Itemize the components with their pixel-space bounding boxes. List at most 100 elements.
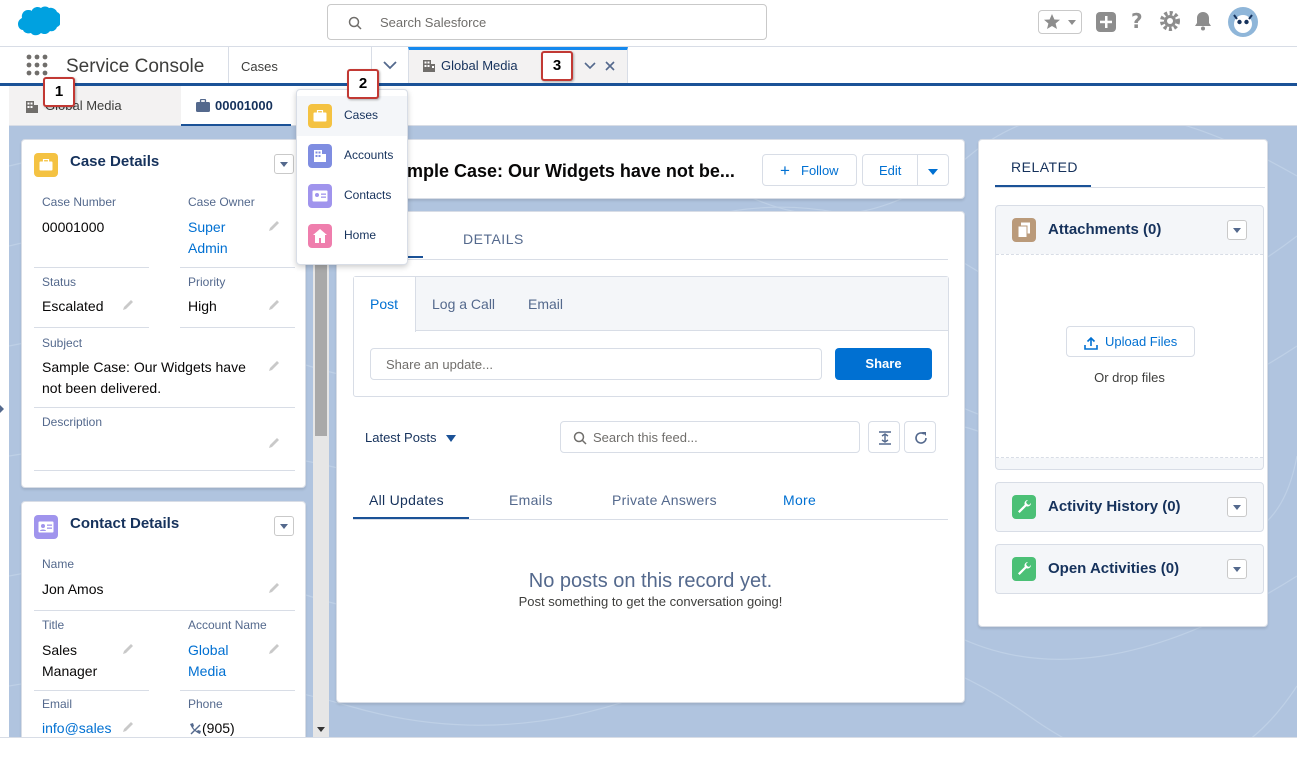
help-icon[interactable]: ?: [1128, 9, 1148, 33]
global-actions-icon[interactable]: [1095, 11, 1117, 33]
sort-dropdown[interactable]: Latest Posts: [365, 430, 437, 445]
edit-pencil-icon[interactable]: [122, 299, 134, 311]
wrench-icon: [1018, 562, 1031, 575]
share-update-input[interactable]: Share an update...: [370, 348, 822, 380]
case-owner-link[interactable]: Super: [188, 217, 225, 238]
field-label: Priority: [188, 275, 226, 289]
edit-pencil-icon[interactable]: [268, 582, 280, 594]
object-select-label[interactable]: Cases: [241, 59, 278, 74]
share-button[interactable]: Share: [835, 348, 932, 380]
collapse-all-button[interactable]: [868, 421, 900, 453]
email-link[interactable]: info@sales: [42, 718, 111, 739]
app-launcher-icon[interactable]: [26, 54, 48, 76]
edit-pencil-icon[interactable]: [122, 643, 134, 655]
publisher-tab-post[interactable]: Post: [354, 277, 416, 332]
search-icon: [348, 16, 362, 30]
activity-icon: [1012, 495, 1036, 519]
left-edge-handle[interactable]: [0, 405, 4, 413]
user-avatar[interactable]: [1227, 6, 1259, 38]
subject-value: not been delivered.: [42, 380, 162, 396]
open-activities-card: Open Activities (0): [995, 544, 1264, 594]
activity-history-title[interactable]: Activity History (0): [1048, 498, 1181, 515]
favorites-button[interactable]: [1038, 10, 1082, 34]
share-placeholder: Share an update...: [386, 357, 493, 372]
edit-pencil-icon[interactable]: [268, 360, 280, 372]
notifications-bell-icon[interactable]: [1192, 10, 1214, 32]
subtab-global-media[interactable]: Global Media: [9, 86, 181, 125]
edit-pencil-icon[interactable]: [122, 721, 134, 733]
sort-chevron-icon[interactable]: [446, 435, 456, 442]
edit-button[interactable]: Edit: [862, 154, 918, 186]
workspace-tab-global-media[interactable]: Global Media: [408, 47, 628, 83]
dropdown-item-cases[interactable]: Cases: [297, 96, 407, 136]
plus-icon: +: [780, 161, 790, 180]
dropdown-item-label: Cases: [344, 108, 379, 122]
object-select-chevron-icon[interactable]: [382, 60, 398, 70]
card-menu-button[interactable]: [274, 154, 294, 174]
dropdown-item-label: Accounts: [344, 148, 394, 162]
account-name-link[interactable]: Global: [188, 640, 228, 661]
workspace-tab-label: Global Media: [441, 58, 518, 73]
file-drop-zone[interactable]: Upload Files Or drop files: [996, 254, 1263, 458]
share-label: Share: [865, 356, 902, 371]
refresh-button[interactable]: [904, 421, 936, 453]
publisher-tab-log-a-call[interactable]: Log a Call: [432, 296, 495, 312]
feed-card: DETAILS Post Log a Call Email Share an u…: [336, 211, 965, 703]
feed-tab-private-answers[interactable]: Private Answers: [612, 492, 717, 508]
status-value: Escalated: [42, 298, 104, 314]
more-actions-button[interactable]: [917, 154, 949, 186]
contact-icon: [34, 515, 58, 539]
case-owner-link[interactable]: Admin: [188, 238, 228, 259]
open-activities-menu-button[interactable]: [1227, 559, 1247, 579]
feed-tab-all-updates[interactable]: All Updates: [369, 492, 444, 508]
attachments-card: Attachments (0) Upload Files Or drop fil…: [995, 205, 1264, 470]
contact-card-icon: [312, 190, 328, 202]
tab-related[interactable]: RELATED: [1011, 159, 1078, 175]
dropdown-item-label: Contacts: [344, 188, 392, 202]
edit-pencil-icon[interactable]: [268, 437, 280, 449]
edit-pencil-icon[interactable]: [268, 220, 280, 232]
publisher-tab-email[interactable]: Email: [528, 296, 563, 312]
dropdown-item-accounts[interactable]: Accounts: [297, 136, 407, 176]
card-menu-button[interactable]: [274, 516, 294, 536]
feed-tab-emails[interactable]: Emails: [509, 492, 553, 508]
follow-label: Follow: [801, 163, 839, 178]
dropdown-item-home[interactable]: Home: [297, 216, 407, 256]
scrollbar-thumb[interactable]: [315, 256, 327, 436]
edit-pencil-icon[interactable]: [268, 643, 280, 655]
feed-search-placeholder: Search this feed...: [593, 430, 698, 445]
feed-search-input[interactable]: Search this feed...: [560, 421, 860, 453]
tab-details[interactable]: DETAILS: [463, 231, 524, 247]
case-icon: [34, 153, 58, 177]
account-name-link[interactable]: Media: [188, 661, 226, 682]
field-divider: [34, 327, 149, 328]
open-activities-title[interactable]: Open Activities (0): [1048, 560, 1179, 577]
follow-button[interactable]: + Follow: [762, 154, 857, 186]
account-icon: [308, 144, 332, 168]
subtab-case[interactable]: 00001000: [181, 86, 291, 126]
edit-pencil-icon[interactable]: [268, 299, 280, 311]
salesforce-logo[interactable]: [12, 6, 60, 38]
field-divider: [34, 267, 149, 268]
scroll-down-icon[interactable]: [317, 727, 325, 732]
activity-history-menu-button[interactable]: [1227, 497, 1247, 517]
global-search-input[interactable]: Search Salesforce: [327, 4, 767, 40]
dropdown-item-label: Home: [344, 228, 377, 242]
upload-label: Upload Files: [1105, 334, 1178, 349]
close-tab-icon[interactable]: [605, 61, 615, 71]
dropdown-item-contacts[interactable]: Contacts: [297, 176, 407, 216]
attachments-menu-button[interactable]: [1227, 220, 1247, 240]
card-title: Contact Details: [70, 515, 180, 532]
case-number-value: 00001000: [42, 219, 105, 235]
feed-tab-more[interactable]: More: [783, 492, 816, 508]
chevron-down-icon: [1068, 20, 1076, 25]
gear-icon[interactable]: [1158, 9, 1182, 33]
subject-value: Sample Case: Our Widgets have: [42, 359, 246, 375]
upload-files-button[interactable]: Upload Files: [1066, 326, 1195, 357]
attachments-title[interactable]: Attachments (0): [1048, 221, 1161, 238]
utility-bar: [0, 737, 1297, 781]
svg-text:?: ?: [1131, 9, 1143, 33]
tab-menu-chevron-icon[interactable]: [584, 61, 596, 71]
tab-divider: [353, 259, 948, 260]
empty-title: No posts on this record yet.: [528, 570, 773, 592]
